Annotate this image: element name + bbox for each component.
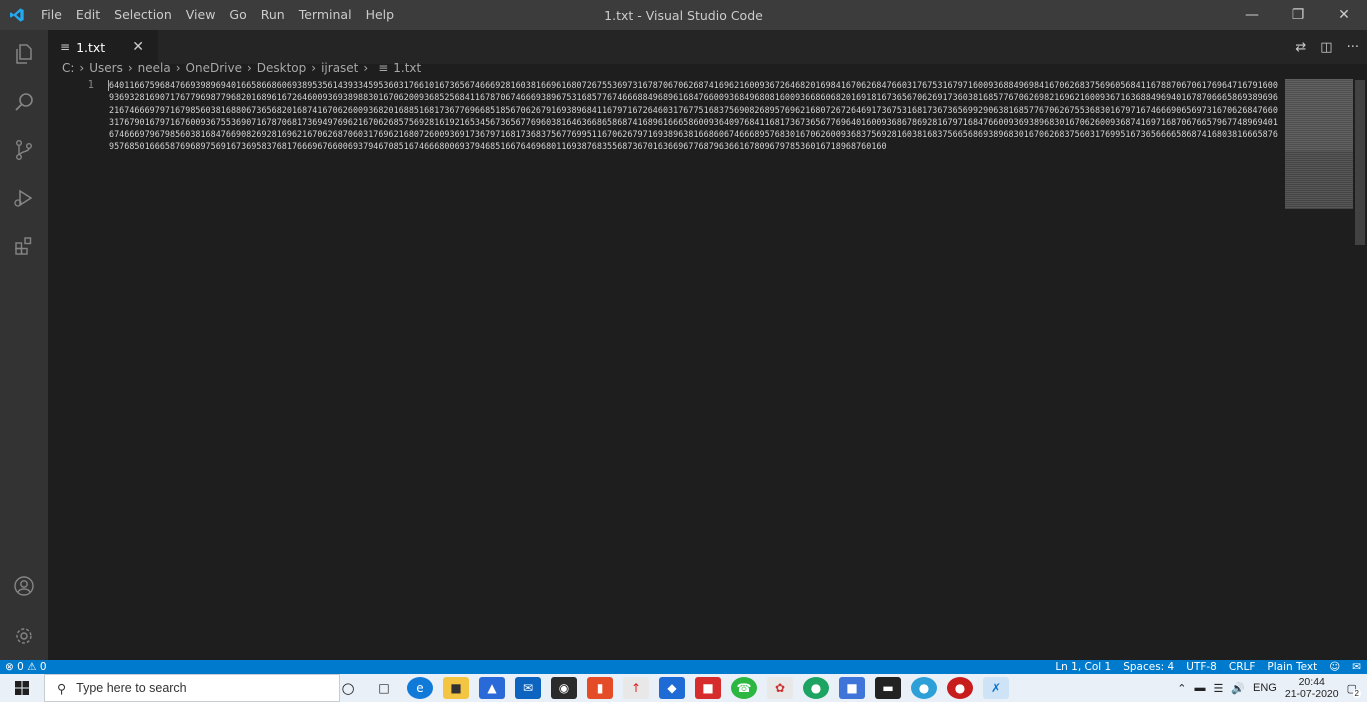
breadcrumb-item[interactable]: C: xyxy=(62,61,74,75)
minimize-button[interactable]: — xyxy=(1229,0,1275,30)
cortana-icon[interactable]: ○ xyxy=(335,677,361,699)
source-control-icon[interactable] xyxy=(0,126,48,174)
volume-icon[interactable]: 🔊 xyxy=(1231,682,1245,695)
window-controls: — ❐ ✕ xyxy=(1229,0,1367,30)
breadcrumb-item[interactable]: Desktop xyxy=(257,61,307,75)
app-icon[interactable]: ◆ xyxy=(659,677,685,699)
chevron-right-icon: › xyxy=(311,61,317,75)
breadcrumb-item[interactable]: OneDrive xyxy=(186,61,242,75)
system-tray: ⌃ ▬ ☰ 🔊 ENG 20:44 21-07-2020 ▢ 2 xyxy=(1177,674,1367,702)
chevron-right-icon: › xyxy=(79,61,85,75)
app-icon[interactable]: ◉ xyxy=(551,677,577,699)
office-icon[interactable]: ▮ xyxy=(587,677,613,699)
split-editor-icon[interactable]: ◫ xyxy=(1320,40,1332,55)
chevron-right-icon: › xyxy=(127,61,133,75)
search-placeholder: Type here to search xyxy=(76,681,187,695)
taskbar-apps: ○ □ e ■ ▲ ✉ ◉ ▮ ↑ ◆ ■ ☎ ✿ ● ■ ▬ ● ● ✗ xyxy=(330,674,1014,702)
feedback-icon[interactable]: ☺ xyxy=(1329,661,1340,673)
menu-file[interactable]: File xyxy=(34,0,69,30)
language-indicator[interactable]: ENG xyxy=(1253,682,1277,694)
app-icon[interactable]: ■ xyxy=(839,677,865,699)
app-icon[interactable]: ■ xyxy=(695,677,721,699)
whatsapp-icon[interactable]: ☎ xyxy=(731,677,757,699)
problems-indicator[interactable]: ⊗ 0 ⚠ 0 xyxy=(0,661,47,673)
chevron-right-icon: › xyxy=(175,61,181,75)
taskbar-search[interactable]: ⚲ Type here to search xyxy=(44,674,340,702)
menu-bar: File Edit Selection View Go Run Terminal… xyxy=(34,0,401,30)
extensions-icon[interactable] xyxy=(0,222,48,270)
chevron-right-icon: › xyxy=(363,61,369,75)
search-icon: ⚲ xyxy=(57,681,67,696)
menu-go[interactable]: Go xyxy=(222,0,253,30)
scrollbar-thumb[interactable] xyxy=(1355,80,1365,245)
line-number: 1 xyxy=(87,79,94,91)
minimap-slider[interactable] xyxy=(1285,79,1353,151)
clock[interactable]: 20:44 21-07-2020 xyxy=(1285,676,1339,700)
search-icon[interactable] xyxy=(0,78,48,126)
file-content[interactable]: 6401166759684766939896940166586686069389… xyxy=(109,79,1279,153)
menu-edit[interactable]: Edit xyxy=(69,0,107,30)
breadcrumb-item[interactable]: ijraset xyxy=(321,61,358,75)
time: 20:44 xyxy=(1298,676,1325,688)
explorer-icon[interactable] xyxy=(0,30,48,78)
menu-selection[interactable]: Selection xyxy=(107,0,179,30)
more-actions-icon[interactable]: ··· xyxy=(1347,40,1359,55)
menu-run[interactable]: Run xyxy=(254,0,292,30)
close-window-button[interactable]: ✕ xyxy=(1321,0,1367,30)
activity-bar xyxy=(0,30,48,660)
action-center-icon[interactable]: ▢ 2 xyxy=(1347,682,1361,698)
close-tab-icon[interactable]: ✕ xyxy=(132,39,144,55)
app-icon[interactable]: ● xyxy=(911,677,937,699)
menu-help[interactable]: Help xyxy=(359,0,402,30)
restore-button[interactable]: ❐ xyxy=(1275,0,1321,30)
title-bar: File Edit Selection View Go Run Terminal… xyxy=(0,0,1367,30)
chrome-icon[interactable]: ● xyxy=(803,677,829,699)
language-mode[interactable]: Plain Text xyxy=(1267,661,1317,673)
text-file-icon: ≡ xyxy=(378,61,389,75)
tab-actions: ⇄ ◫ ··· xyxy=(1295,30,1359,64)
cursor-position[interactable]: Ln 1, Col 1 xyxy=(1055,661,1111,673)
tab-label: 1.txt xyxy=(76,39,106,55)
breadcrumb: C: › Users › neela › OneDrive › Desktop › ijr… xyxy=(48,57,421,79)
status-bar: ⊗ 0 ⚠ 0 Ln 1, Col 1 Spaces: 4 UTF-8 CRLF… xyxy=(0,660,1367,674)
app-icon[interactable]: ↑ xyxy=(623,677,649,699)
terminal-icon[interactable]: ▬ xyxy=(875,677,901,699)
notifications-bell-icon[interactable]: ✉ xyxy=(1352,661,1361,673)
accounts-icon[interactable] xyxy=(0,562,48,610)
text-file-icon: ≡ xyxy=(60,40,71,54)
mail-icon[interactable]: ✉ xyxy=(515,677,541,699)
breadcrumb-item[interactable]: 1.txt xyxy=(393,61,421,75)
windows-start-icon[interactable] xyxy=(0,674,44,702)
settings-gear-icon[interactable] xyxy=(0,612,48,660)
chevron-right-icon: › xyxy=(246,61,252,75)
battery-icon[interactable]: ▬ xyxy=(1194,682,1205,694)
menu-terminal[interactable]: Terminal xyxy=(292,0,359,30)
store-icon[interactable]: ▲ xyxy=(479,677,505,699)
windows-taskbar: ⚲ Type here to search ○ □ e ■ ▲ ✉ ◉ ▮ ↑ … xyxy=(0,674,1367,702)
run-debug-icon[interactable] xyxy=(0,174,48,222)
breadcrumb-item[interactable]: Users xyxy=(89,61,123,75)
notification-count: 2 xyxy=(1352,688,1361,698)
indentation[interactable]: Spaces: 4 xyxy=(1123,661,1174,673)
app-icon[interactable]: ✿ xyxy=(767,677,793,699)
text-editor[interactable]: 1 64011667596847669398969401665866860693… xyxy=(48,79,1285,660)
encoding[interactable]: UTF-8 xyxy=(1186,661,1217,673)
breadcrumb-item[interactable]: neela xyxy=(138,61,171,75)
show-hidden-icons-icon[interactable]: ⌃ xyxy=(1177,682,1186,695)
date: 21-07-2020 xyxy=(1284,688,1339,700)
recording-icon[interactable]: ● xyxy=(947,677,973,699)
wifi-icon[interactable]: ☰ xyxy=(1213,682,1223,695)
task-view-icon[interactable]: □ xyxy=(371,677,397,699)
menu-view[interactable]: View xyxy=(179,0,223,30)
vscode-taskbar-icon[interactable]: ✗ xyxy=(983,677,1009,699)
file-explorer-icon[interactable]: ■ xyxy=(443,677,469,699)
status-right: Ln 1, Col 1 Spaces: 4 UTF-8 CRLF Plain T… xyxy=(1055,660,1361,674)
open-changes-icon[interactable]: ⇄ xyxy=(1295,40,1306,55)
vscode-logo-icon xyxy=(0,0,34,30)
end-of-line[interactable]: CRLF xyxy=(1229,661,1256,673)
edge-icon[interactable]: e xyxy=(407,677,433,699)
